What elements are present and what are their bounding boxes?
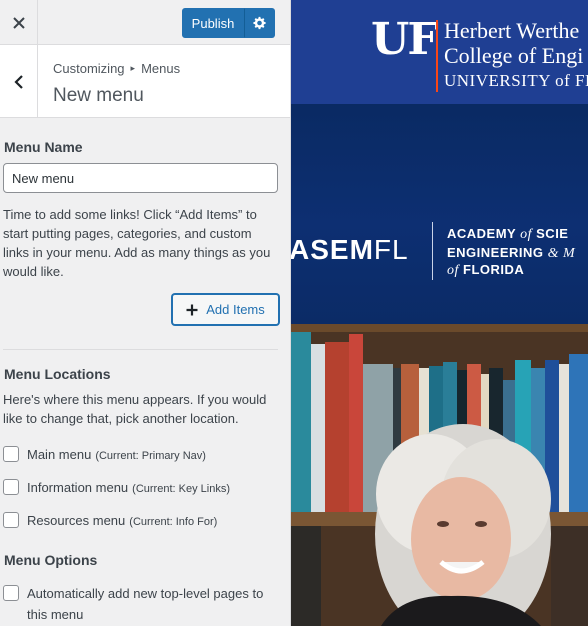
page-title: New menu [53, 85, 144, 106]
asem-banner: ASEMFL ACADEMY of SCIE ENGINEERING & M o… [291, 104, 588, 324]
asem-line1-a: ACADEMY [447, 226, 516, 241]
uf-divider [436, 20, 438, 92]
asem-line2-b: & M [547, 246, 576, 261]
breadcrumb-separator: ▸ [130, 63, 136, 73]
menu-locations-help-text: Here's where this menu appears. If you w… [3, 392, 267, 426]
location-option-label: Information menu (Current: Key Links) [27, 477, 230, 500]
add-items-help-text: Time to add some links! Click “Add Items… [3, 207, 271, 279]
asem-line1-b: of [520, 227, 533, 242]
publish-group: Publish [182, 8, 275, 38]
auto-add-pages-checkbox[interactable] [3, 585, 19, 601]
main-menu-current: (Current: Primary Nav) [95, 450, 206, 462]
asem-logo: ASEMFL [291, 234, 409, 266]
section-header: Customizing ▸ Menus New menu [0, 45, 290, 118]
breadcrumb: Customizing ▸ Menus [53, 61, 180, 76]
publish-settings-button[interactable] [244, 8, 275, 38]
location-option-information-menu[interactable]: Information menu (Current: Key Links) [3, 479, 230, 500]
menu-name-input[interactable] [3, 163, 278, 193]
portrait-photo [291, 324, 588, 626]
information-menu-current: (Current: Key Links) [132, 483, 230, 495]
location-option-label: Resources menu (Current: Info For) [27, 510, 217, 533]
add-items-button[interactable]: Add Items [172, 294, 279, 325]
uf-university-line: UNIVERSITY of FL [444, 71, 588, 90]
plus-icon [186, 304, 198, 315]
customizer-sidebar: Publish Customizing ▸ Menus New menu Men… [0, 0, 291, 626]
auto-add-pages-label: Automatically add new top-level pages to… [27, 586, 264, 622]
asem-line3: of FLORIDA [447, 262, 524, 279]
section-divider [3, 349, 278, 350]
asem-line2-a: ENGINEERING [447, 245, 544, 260]
auto-add-pages-option[interactable]: Automatically add new top-level pages to… [3, 585, 281, 625]
close-customizer-button[interactable] [0, 0, 38, 45]
asem-logo-light: FL [373, 234, 409, 265]
chevron-left-icon [13, 74, 23, 89]
portrait-image [291, 324, 588, 626]
asem-line3-a: of [447, 263, 459, 278]
resources-menu-current: (Current: Info For) [129, 516, 218, 528]
site-preview[interactable]: UF Herbert Werthe College of Engi UNIVER… [291, 0, 588, 626]
resources-menu-checkbox[interactable] [3, 512, 19, 528]
asem-logo-bold: ASEM [291, 234, 374, 265]
main-menu-label: Main menu [27, 447, 92, 462]
main-menu-checkbox[interactable] [3, 446, 19, 462]
location-option-label: Main menu (Current: Primary Nav) [27, 444, 206, 467]
asem-line3-b: FLORIDA [463, 262, 525, 277]
asem-line1: ACADEMY of SCIE [447, 226, 568, 243]
location-option-main-menu[interactable]: Main menu (Current: Primary Nav) [3, 446, 206, 467]
menu-name-label: Menu Name [4, 139, 83, 155]
close-icon [12, 16, 25, 29]
gear-icon [252, 16, 266, 30]
menu-locations-heading: Menu Locations [4, 366, 111, 382]
resources-menu-label: Resources menu [27, 513, 126, 528]
breadcrumb-current: Menus [141, 61, 181, 76]
asem-line1-c: SCIE [536, 226, 569, 241]
customizer-topbar: Publish [0, 0, 290, 45]
asem-divider [432, 222, 433, 280]
breadcrumb-parent: Customizing [53, 61, 125, 76]
information-menu-label: Information menu [27, 480, 129, 495]
uf-logo: UF [371, 14, 439, 65]
information-menu-checkbox[interactable] [3, 479, 19, 495]
publish-button[interactable]: Publish [182, 8, 244, 38]
uf-college-line1: Herbert Werthe [444, 18, 580, 43]
uf-header-banner: UF Herbert Werthe College of Engi UNIVER… [291, 0, 588, 104]
uf-college-line2: College of Engi [444, 43, 584, 68]
back-button[interactable] [0, 45, 38, 118]
add-items-label: Add Items [206, 302, 265, 317]
location-option-resources-menu[interactable]: Resources menu (Current: Info For) [3, 512, 217, 533]
menu-options-heading: Menu Options [4, 552, 98, 568]
asem-line2: ENGINEERING & M [447, 245, 575, 262]
